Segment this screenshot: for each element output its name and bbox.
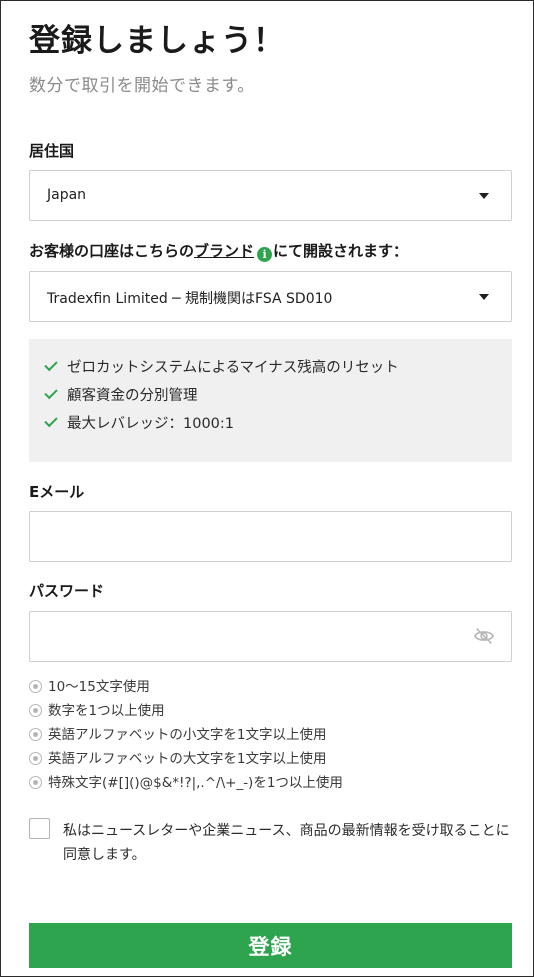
register-button[interactable]: 登録 bbox=[29, 923, 512, 968]
check-icon bbox=[44, 357, 58, 372]
radio-icon bbox=[29, 776, 42, 789]
password-rule: 特殊文字(#[]()@$&*!?|,.^/\+_-)を1つ以上使用 bbox=[29, 771, 343, 795]
radio-icon bbox=[29, 752, 42, 765]
brand-link[interactable]: ブランド bbox=[194, 242, 254, 260]
info-icon[interactable]: i bbox=[257, 247, 273, 262]
feature-item: 顧客資金の分別管理 bbox=[44, 384, 198, 405]
password-label: パスワード bbox=[29, 582, 105, 600]
password-rule-text: 英語アルファベットの大文字を1文字以上使用 bbox=[48, 751, 327, 767]
password-rule-text: 特殊文字(#[]()@$&*!?|,.^/\+_-)を1つ以上使用 bbox=[48, 775, 343, 791]
consent-checkbox[interactable] bbox=[29, 818, 50, 839]
password-rule: 10〜15文字使用 bbox=[29, 675, 343, 699]
signup-form: 登録しましょう！ 数分で取引を開始できます。 居住国 Japan お客様の口座は… bbox=[0, 0, 534, 977]
account-entity-label: お客様の口座はこちらのブランド i にて開設されます： bbox=[29, 240, 408, 262]
account-entity-label-prefix: お客様の口座はこちらの bbox=[29, 242, 195, 260]
page-title: 登録しましょう！ bbox=[29, 23, 285, 59]
password-rule: 英語アルファベットの大文字を1文字以上使用 bbox=[29, 747, 343, 771]
feature-text: ゼロカットシステムによるマイナス残高のリセット bbox=[67, 360, 399, 376]
email-label: Eメール bbox=[29, 483, 85, 501]
password-field[interactable] bbox=[29, 611, 512, 662]
eye-off-icon[interactable] bbox=[473, 626, 495, 646]
password-rule: 数字を1つ以上使用 bbox=[29, 699, 343, 723]
check-icon bbox=[44, 413, 58, 428]
radio-icon bbox=[29, 728, 42, 741]
account-entity-label-suffix: にて開設されます： bbox=[273, 242, 409, 260]
country-select[interactable]: Japan bbox=[29, 170, 512, 221]
consent-text: 私はニュースレターや企業ニュース、商品の最新情報を受け取ることに同意します。 bbox=[63, 823, 510, 863]
feature-text: 最大レバレッジ：1000:1 bbox=[67, 416, 235, 432]
feature-item: 最大レバレッジ：1000:1 bbox=[44, 412, 235, 433]
password-rule-text: 英語アルファベットの小文字を1文字以上使用 bbox=[48, 727, 327, 743]
feature-item: ゼロカットシステムによるマイナス残高のリセット bbox=[44, 356, 399, 377]
account-entity-select[interactable]: Tradexfin Limited ─ 規制機関はFSA SD010 bbox=[29, 271, 512, 322]
radio-icon bbox=[29, 680, 42, 693]
country-value: Japan bbox=[47, 187, 87, 203]
feature-text: 顧客資金の分別管理 bbox=[67, 388, 198, 404]
features-box: ゼロカットシステムによるマイナス残高のリセット 顧客資金の分別管理 最大レバレッ… bbox=[29, 339, 512, 462]
password-rule: 英語アルファベットの小文字を1文字以上使用 bbox=[29, 723, 343, 747]
check-icon bbox=[44, 385, 58, 400]
password-rule-text: 数字を1つ以上使用 bbox=[48, 703, 165, 719]
page-subtitle: 数分で取引を開始できます。 bbox=[29, 76, 255, 96]
chevron-down-icon bbox=[479, 294, 489, 300]
country-label: 居住国 bbox=[29, 142, 75, 160]
radio-icon bbox=[29, 704, 42, 717]
account-entity-value: Tradexfin Limited ─ 規制機関はFSA SD010 bbox=[47, 291, 333, 307]
chevron-down-icon bbox=[479, 193, 489, 199]
password-rules: 10〜15文字使用 数字を1つ以上使用 英語アルファベットの小文字を1文字以上使… bbox=[29, 675, 343, 795]
email-field[interactable] bbox=[29, 511, 512, 562]
password-rule-text: 10〜15文字使用 bbox=[48, 679, 150, 695]
